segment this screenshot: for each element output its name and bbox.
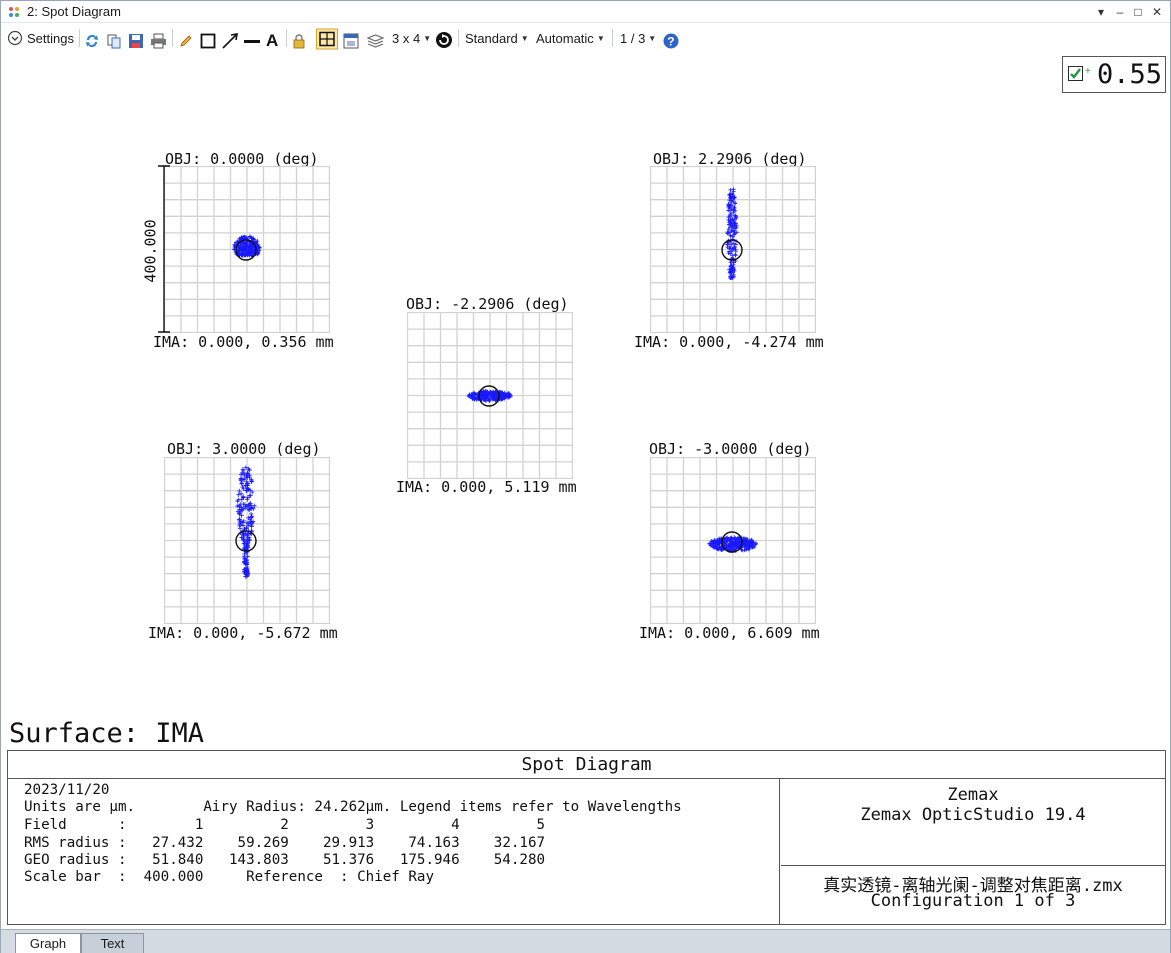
text-icon[interactable]: A	[265, 29, 281, 51]
image-coordinate-label: IMA: 0.000, -5.672 mm	[148, 624, 338, 642]
surface-label: Surface: IMA	[9, 718, 204, 749]
layout-dropdown[interactable]: 3 x 4 ▼	[392, 27, 431, 49]
info-details: 2023/11/20 Units are µm. Airy Radius: 24…	[8, 779, 780, 924]
company-name: Zemax	[781, 785, 1165, 805]
image-coordinate-label: IMA: 0.000, 0.356 mm	[153, 333, 334, 351]
toolbar-divider	[612, 29, 613, 47]
settings-button[interactable]: Settings	[7, 27, 74, 49]
toolbar-divider	[286, 29, 287, 47]
info-rms-row: RMS radius : 27.432 59.269 29.913 74.163…	[24, 835, 545, 851]
view-tabs: Graph Text	[1, 929, 1170, 953]
print-icon[interactable]	[150, 30, 167, 52]
image-coordinate-label: IMA: 0.000, -4.274 mm	[634, 333, 824, 351]
refresh-icon[interactable]	[84, 30, 100, 52]
spot-ray	[239, 476, 243, 480]
save-icon[interactable]	[128, 30, 144, 52]
spot-grid	[407, 312, 573, 479]
field-label: OBJ: -2.2906 (deg)	[406, 295, 569, 313]
spot-ray	[248, 501, 252, 505]
spot-pattern	[235, 465, 256, 578]
window-title: 2: Spot Diagram	[27, 4, 121, 19]
tab-text[interactable]: Text	[81, 933, 144, 953]
close-button[interactable]: ✕	[1148, 3, 1166, 21]
plus-marker-icon: +	[1085, 66, 1091, 77]
field-label: OBJ: 3.0000 (deg)	[167, 440, 321, 458]
toolbar-divider	[79, 29, 80, 47]
spot-grid	[164, 166, 330, 333]
rectangle-icon[interactable]	[200, 30, 216, 52]
page-dropdown[interactable]: 1 / 3 ▼	[620, 27, 656, 49]
caret-down-icon: ▼	[648, 34, 656, 43]
page-label: 1 / 3	[620, 31, 645, 46]
toolbar-divider	[172, 29, 173, 47]
wavelength-checkbox[interactable]	[1068, 66, 1083, 81]
pencil-icon[interactable]	[178, 30, 194, 52]
window-icon[interactable]	[343, 30, 359, 52]
info-title: Spot Diagram	[8, 751, 1165, 779]
spot-grid	[650, 166, 816, 333]
wavelength-value: 0.55	[1097, 59, 1162, 90]
chevron-down-circle-icon	[7, 30, 23, 46]
spot-ray	[734, 253, 738, 257]
toolbar-divider	[458, 29, 459, 47]
rotate-icon[interactable]	[435, 29, 453, 51]
automatic-label: Automatic	[536, 31, 594, 46]
maximize-button[interactable]: □	[1129, 3, 1147, 21]
spot-ray	[239, 482, 243, 486]
info-file: 真实透镜-离轴光阑-调整对焦距离.zmx Configuration 1 of …	[781, 867, 1165, 924]
minimize-button[interactable]: –	[1111, 3, 1129, 21]
layers-icon[interactable]	[367, 30, 384, 52]
product-name: Zemax OpticStudio 19.4	[781, 805, 1165, 825]
caret-down-icon: ▼	[423, 34, 431, 43]
help-icon[interactable]: ?	[663, 30, 679, 52]
image-coordinate-label: IMA: 0.000, 6.609 mm	[639, 624, 820, 642]
info-units: Units are µm. Airy Radius: 24.262µm. Leg…	[24, 799, 682, 815]
info-product: Zemax Zemax OpticStudio 19.4	[781, 779, 1165, 866]
tab-graph[interactable]: Graph	[15, 933, 81, 953]
info-panel: Spot Diagram 2023/11/20 Units are µm. Ai…	[7, 750, 1166, 925]
spot-pattern	[707, 535, 758, 553]
wavelength-legend-box: + 0.55	[1062, 56, 1166, 93]
check-icon	[1069, 67, 1082, 80]
arrow-icon[interactable]	[221, 30, 239, 52]
automatic-dropdown[interactable]: Automatic ▼	[536, 27, 605, 49]
caret-down-icon: ▼	[521, 34, 529, 43]
info-date: 2023/11/20	[24, 782, 109, 798]
svg-text:A: A	[266, 31, 278, 50]
caret-down-icon: ▼	[597, 34, 605, 43]
spot-ray	[733, 201, 737, 205]
spot-ray	[245, 497, 249, 501]
scale-bar-label: 400.000	[142, 219, 160, 282]
layout-label: 3 x 4	[392, 31, 420, 46]
standard-dropdown[interactable]: Standard ▼	[465, 27, 529, 49]
app-icon	[7, 5, 21, 19]
field-label: OBJ: -3.0000 (deg)	[649, 440, 812, 458]
line-icon[interactable]	[243, 30, 261, 52]
info-scale-row: Scale bar : 400.000 Reference : Chief Ra…	[24, 869, 434, 885]
configuration-label: Configuration 1 of 3	[781, 891, 1165, 911]
settings-label: Settings	[27, 31, 74, 46]
lock-icon[interactable]	[292, 30, 306, 52]
title-bar: 2: Spot Diagram ▾ – □ ✕	[1, 1, 1170, 23]
spot-ray	[732, 187, 736, 191]
fit-view-icon[interactable]	[316, 28, 338, 50]
spot-grid	[650, 457, 816, 624]
svg-text:?: ?	[667, 35, 674, 49]
window-menu-icon[interactable]: ▾	[1092, 3, 1110, 21]
standard-label: Standard	[465, 31, 518, 46]
info-field-row: Field : 1 2 3 4 5	[24, 817, 545, 833]
spot-ray	[236, 493, 240, 497]
toolbar: Settings A 3 x 4 ▼ Standard ▼ Automatic ▼ 1…	[1, 25, 1170, 51]
image-coordinate-label: IMA: 0.000, 5.119 mm	[396, 478, 577, 496]
spot-grid	[164, 457, 330, 624]
info-geo-row: GEO radius : 51.840 143.803 51.376 175.9…	[24, 852, 545, 868]
spot-ray	[249, 479, 253, 483]
spot-ray	[238, 526, 242, 530]
copy-icon[interactable]	[106, 30, 122, 52]
spot-diagram-window: 2: Spot Diagram ▾ – □ ✕ Settings A 3 x 4…	[0, 0, 1171, 953]
